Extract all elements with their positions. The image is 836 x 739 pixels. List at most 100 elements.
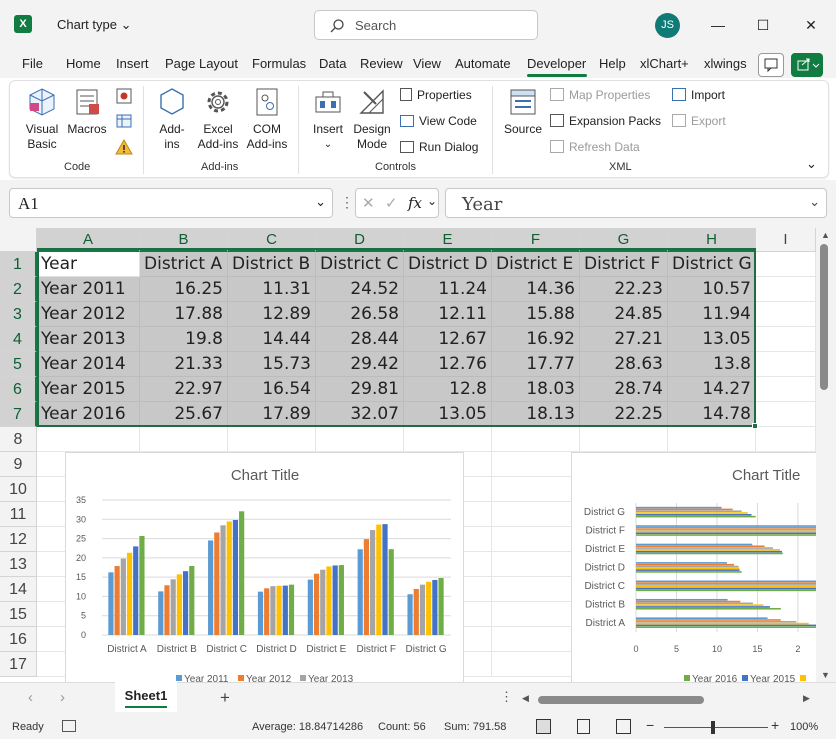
bar[interactable] [170, 579, 176, 635]
cell[interactable]: 14.78 [668, 402, 756, 427]
cell[interactable] [492, 577, 580, 602]
cell[interactable]: 11.94 [668, 302, 756, 327]
cell[interactable]: 24.85 [580, 302, 668, 327]
cell[interactable]: 17.88 [140, 302, 228, 327]
row-header-15[interactable]: 15 [0, 602, 37, 627]
column-header-e[interactable]: E [404, 228, 492, 252]
legend-item[interactable]: Year 2015 [750, 674, 796, 682]
vertical-scroll-thumb[interactable] [820, 244, 828, 390]
cell[interactable]: 29.81 [316, 377, 404, 402]
cell[interactable]: 16.92 [492, 327, 580, 352]
bar[interactable] [376, 524, 382, 635]
cell[interactable] [316, 427, 404, 452]
row-header-9[interactable]: 9 [0, 452, 37, 477]
cell[interactable] [492, 477, 580, 502]
cell[interactable] [492, 652, 580, 677]
cell[interactable] [756, 377, 816, 402]
select-all-corner[interactable] [0, 228, 37, 252]
bar[interactable] [636, 508, 733, 511]
cell[interactable] [668, 427, 756, 452]
row-header-6[interactable]: 6 [0, 377, 37, 402]
excel-add-ins-button[interactable]: Excel Add-ins [195, 86, 241, 152]
cell[interactable]: 13.8 [668, 352, 756, 377]
bar[interactable] [108, 572, 114, 635]
bar[interactable] [164, 585, 170, 635]
bar[interactable] [636, 515, 756, 518]
cell[interactable]: 14.36 [492, 277, 580, 302]
sheet-tab-sheet1[interactable]: Sheet1 [115, 682, 177, 712]
cell[interactable]: 11.31 [228, 277, 316, 302]
tab-help[interactable]: Help [599, 56, 626, 71]
cell[interactable]: District C [316, 252, 404, 277]
tab-home[interactable]: Home [66, 56, 101, 71]
cell[interactable]: 10.57 [668, 277, 756, 302]
more-options-icon[interactable]: ⋮ [500, 689, 513, 705]
cell[interactable]: 12.76 [404, 352, 492, 377]
enter-icon[interactable]: ✓ [385, 194, 398, 212]
cell[interactable]: Year 2013 [37, 327, 140, 352]
bar[interactable] [636, 565, 739, 568]
bar[interactable] [636, 563, 735, 566]
cell[interactable]: Year [37, 252, 140, 277]
cell[interactable] [492, 502, 580, 527]
cell[interactable]: District D [404, 252, 492, 277]
bar[interactable] [363, 539, 370, 635]
export-button[interactable]: Export [672, 114, 726, 128]
bar[interactable] [370, 530, 376, 635]
legend-item[interactable]: Year 2013 [308, 674, 354, 682]
bar[interactable] [276, 585, 282, 635]
bar[interactable] [636, 569, 740, 571]
row-header-13[interactable]: 13 [0, 552, 37, 577]
cell[interactable]: Year 2014 [37, 352, 140, 377]
legend-item[interactable]: Year 2012 [246, 674, 292, 682]
row-header-5[interactable]: 5 [0, 352, 37, 377]
relative-references-icon[interactable] [115, 112, 133, 133]
zoom-out-icon[interactable]: − [646, 717, 654, 733]
add-ins-button[interactable]: Add- ins [154, 86, 190, 152]
cell[interactable]: 22.23 [580, 277, 668, 302]
tab-data[interactable]: Data [319, 56, 346, 71]
bar[interactable] [382, 524, 388, 635]
chart-title[interactable]: Chart Title [732, 467, 800, 484]
legend-item[interactable]: Year 2011 [184, 674, 229, 682]
bar[interactable] [636, 604, 764, 606]
row-header-7[interactable]: 7 [0, 402, 37, 427]
bar[interactable] [133, 546, 139, 635]
cell[interactable]: Year 2011 [37, 277, 140, 302]
bar[interactable] [636, 617, 768, 619]
bar[interactable] [407, 594, 413, 635]
prev-sheet-icon[interactable]: ‹ [28, 689, 33, 706]
bar[interactable] [636, 589, 816, 592]
cell[interactable]: 18.03 [492, 377, 580, 402]
bar[interactable] [220, 525, 226, 635]
bar[interactable] [270, 586, 276, 635]
cell[interactable] [756, 277, 816, 302]
bar[interactable] [636, 506, 722, 509]
cell[interactable]: 16.25 [140, 277, 228, 302]
cell[interactable]: 15.73 [228, 352, 316, 377]
zoom-level[interactable]: 100% [790, 721, 818, 733]
bar[interactable] [126, 552, 133, 635]
refresh-data-button[interactable]: Refresh Data [550, 140, 640, 154]
bar[interactable] [636, 571, 742, 573]
bar[interactable] [182, 571, 189, 635]
cell[interactable] [37, 427, 140, 452]
cell[interactable]: 13.05 [404, 402, 492, 427]
expansion-packs-button[interactable]: Expansion Packs [550, 114, 661, 128]
bar[interactable] [636, 584, 816, 586]
cancel-icon[interactable]: ✕ [362, 194, 375, 212]
cell[interactable]: 27.21 [580, 327, 668, 352]
bar[interactable] [438, 577, 444, 635]
cell[interactable] [492, 627, 580, 652]
tab-xlchart-[interactable]: xlChart+ [640, 56, 689, 71]
bar[interactable] [120, 558, 126, 635]
column-header-a[interactable]: A [37, 228, 140, 252]
tab-formulas[interactable]: Formulas [252, 56, 306, 71]
macros-button[interactable]: Macros [64, 86, 110, 137]
cell[interactable] [756, 427, 816, 452]
cell[interactable]: 28.74 [580, 377, 668, 402]
cell[interactable]: Year 2016 [37, 402, 140, 427]
bar[interactable] [636, 528, 816, 531]
bar[interactable] [139, 535, 145, 635]
bar[interactable] [214, 532, 220, 635]
